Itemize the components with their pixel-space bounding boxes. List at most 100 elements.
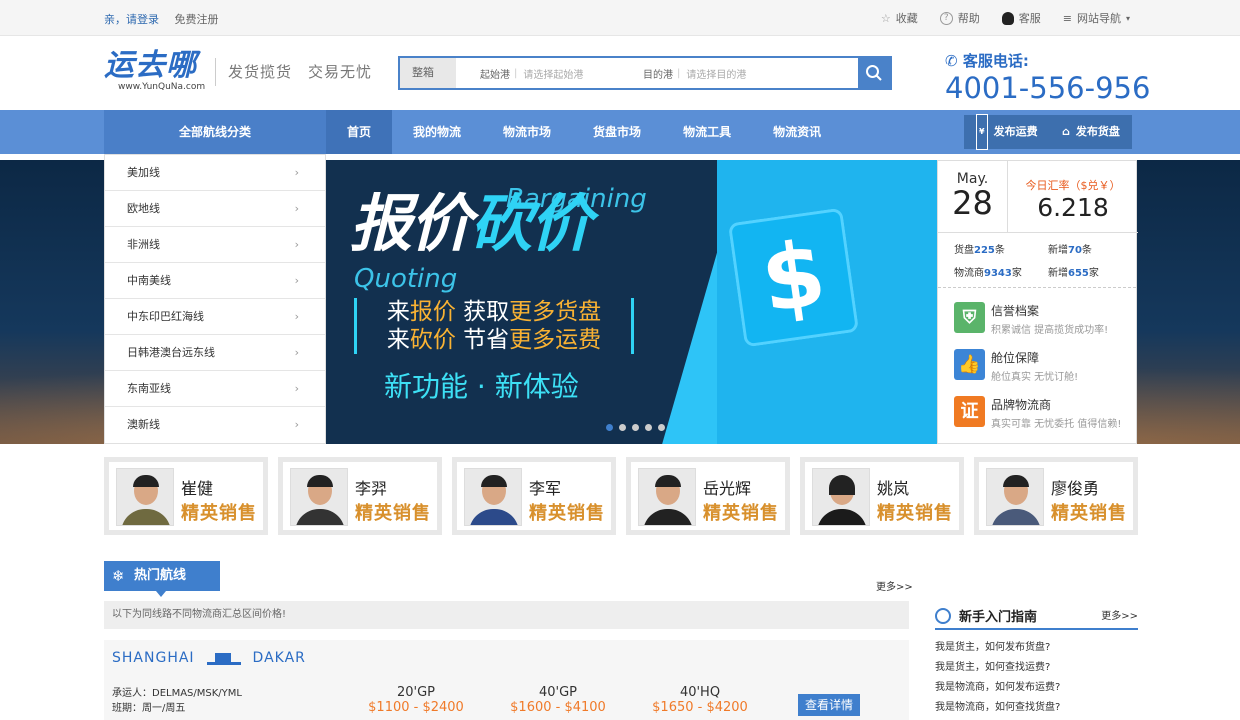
feature-space[interactable]: 👍 舱位保障 舱位真实 无忧订舱! (954, 349, 1078, 383)
sales-row: 崔健 精英销售 李羿 精英销售 李军 精英销售 岳光辉 精英销售 姚岚 精英销售 廖俊勇精… (104, 457, 1138, 535)
view-details-button[interactable]: 查看详情 (798, 694, 860, 716)
nav-item-logistics-market[interactable]: 物流市场 (482, 110, 572, 154)
banner-title: 报价砍价 (350, 187, 592, 260)
banner-tagline: 新功能 · 新体验 (384, 370, 579, 403)
header: 运去哪 www.YunQuNa.com 发货揽货 交易无忧 整箱 起始港 | 请选择… (0, 36, 1240, 110)
carousel-dot[interactable] (645, 424, 652, 431)
chevron-right-icon: › (294, 310, 299, 323)
category-item[interactable]: 非洲线 › (105, 227, 325, 263)
guide-more-link[interactable]: 更多>> (1101, 607, 1138, 622)
banner-slogan: 来报价 获取更多货盘 来砍价 节省更多运费 (354, 298, 634, 354)
hotline-number: 4001-556-956 (945, 71, 1151, 105)
category-item[interactable]: 中东印巴红海线 › (105, 299, 325, 335)
publish-cargo-button[interactable]: ⌂ 发布货盘 (1050, 115, 1132, 149)
hot-routes-tab[interactable]: 热门航线 (104, 561, 220, 597)
question-icon: ? (939, 11, 953, 25)
sales-card[interactable]: 李羿 精英销售 (278, 457, 442, 535)
register-link[interactable]: 免费注册 (175, 13, 219, 26)
avatar (116, 468, 174, 526)
avatar (290, 468, 348, 526)
nav-item-cargo-market[interactable]: 货盘市场 (572, 110, 662, 154)
nav-item-home[interactable]: 首页 (326, 110, 393, 154)
category-item[interactable]: 东南亚线 › (105, 371, 325, 407)
carousel-dot[interactable] (619, 424, 626, 431)
hotline: ✆ 客服电话: 4001-556-956 (945, 52, 1151, 105)
category-item[interactable]: 美加线 › (105, 155, 325, 191)
destination-port-placeholder: 请选择目的港 (686, 69, 747, 81)
carousel-dot[interactable] (632, 424, 639, 431)
carousel-dots (606, 424, 665, 431)
chevron-right-icon: › (294, 418, 299, 431)
site-nav-dropdown[interactable]: ≡ 网站导航 ▾ (1063, 10, 1130, 26)
origin-port-field[interactable]: 起始港 | 请选择起始港 (456, 58, 619, 88)
route-card: SHANGHAI DAKAR 承运人：DELMAS/MSK/YML 班期：周一/周五… (104, 640, 909, 720)
hot-routes-desc: 以下为同线路不同物流商汇总区间价格! (104, 601, 909, 629)
star-icon: ☆ (880, 11, 891, 25)
logo-text: 运去哪 (104, 48, 197, 83)
guide-item[interactable]: 我是货主，如何查找运费? (935, 658, 1138, 678)
carousel-dot[interactable] (606, 424, 613, 431)
info-panel: May. 28 今日汇率（$兑￥） 6.218 货盘225条 新增70条 物流商… (937, 160, 1138, 444)
top-bar: 亲，请登录 免费注册 ☆ 收藏 ? 帮助 客服 ≡ 网站导航 ▾ (0, 0, 1240, 36)
logo[interactable]: 运去哪 www.YunQuNa.com (104, 48, 206, 93)
destination-port-field[interactable]: 目的港 | 请选择目的港 (619, 58, 782, 88)
chevron-right-icon: › (294, 202, 299, 215)
chevron-right-icon: › (294, 346, 299, 359)
carousel-dot[interactable] (658, 424, 665, 431)
sales-card[interactable]: 李军 精英销售 (452, 457, 616, 535)
route-info: 承运人：DELMAS/MSK/YML 班期：周一/周五 (112, 688, 242, 714)
stats: 货盘225条 新增70条 物流商9343家 新增655家 (954, 245, 1099, 279)
date-box: May. 28 (938, 161, 1008, 233)
feature-brand[interactable]: 证 品牌物流商 真实可靠 无忧委托 值得信赖! (954, 396, 1121, 430)
nav-item-logistics-tools[interactable]: 物流工具 (662, 110, 752, 154)
category-list: 美加线 › 欧地线 › 非洲线 › 中南美线 › 中东印巴红海线 › 日韩港澳台远东线 › … (104, 154, 326, 444)
origin-port-placeholder: 请选择起始港 (523, 69, 584, 81)
guide-item[interactable]: 我是物流商，如何查找货盘? (935, 698, 1138, 718)
logo-url: www.YunQuNa.com (118, 82, 206, 92)
category-item[interactable]: 欧地线 › (105, 191, 325, 227)
sales-card[interactable]: 岳光辉 精英销售 (626, 457, 790, 535)
chevron-right-icon: › (294, 382, 299, 395)
slogan: 发货揽货 交易无忧 (215, 58, 372, 86)
promo-banner[interactable]: $ Bargaining 报价砍价 Quoting 来报价 获取更多货盘 来砍价… (326, 160, 937, 444)
category-item[interactable]: 中南美线 › (105, 263, 325, 299)
service-link[interactable]: 客服 (1001, 10, 1041, 26)
chevron-down-icon: ▾ (1125, 13, 1130, 23)
shield-icon: ⛨ (954, 302, 985, 333)
route-title[interactable]: SHANGHAI DAKAR (112, 650, 306, 666)
price-40gp: 40'GP $1600 - $4100 (510, 685, 606, 715)
search-button[interactable] (858, 58, 890, 88)
sales-card[interactable]: 崔健 精英销售 (104, 457, 268, 535)
avatar (638, 468, 696, 526)
price-20gp: 20'GP $1100 - $2400 (368, 685, 464, 715)
login-link[interactable]: 亲，请登录 (104, 13, 159, 26)
guide-item[interactable]: 我是物流商，如何发布运费? (935, 678, 1138, 698)
price-40hq: 40'HQ $1650 - $4200 (652, 685, 748, 715)
all-categories[interactable]: 全部航线分类 (104, 110, 326, 154)
main-nav: 全部航线分类 首页 我的物流 物流市场 货盘市场 物流工具 物流资讯 ¥ 发布运费… (0, 110, 1240, 154)
search-box: 整箱 起始港 | 请选择起始港 目的港 | 请选择目的港 (398, 56, 892, 90)
help-link[interactable]: ? 帮助 (939, 10, 980, 26)
category-item[interactable]: 日韩港澳台远东线 › (105, 335, 325, 371)
sales-card[interactable]: 姚岚 精英销售 (800, 457, 964, 535)
favorite-link[interactable]: ☆ 收藏 (881, 10, 918, 26)
publish-freight-button[interactable]: ¥ 发布运费 (964, 114, 1050, 150)
category-item[interactable]: 澳新线 › (105, 407, 325, 443)
beginner-guide: 新手入门指南 更多>> 我是货主，如何发布货盘? 我是货主，如何查找运费? 我是… (935, 603, 1138, 718)
hot-routes-more-link[interactable]: 更多>> (876, 578, 913, 593)
feature-credit[interactable]: ⛨ 信誉档案 积累诚信 提高揽货成功率! (954, 302, 1108, 336)
banner-en-subtitle: Quoting (354, 264, 458, 294)
top-links: ☆ 收藏 ? 帮助 客服 ≡ 网站导航 ▾ (881, 10, 1130, 26)
sales-card[interactable]: 廖俊勇 精英销售 (974, 457, 1138, 535)
search-category[interactable]: 整箱 (400, 58, 456, 88)
exchange-rate: 今日汇率（$兑￥） 6.218 (1008, 161, 1138, 233)
nav-item-logistics-news[interactable]: 物流资讯 (752, 110, 842, 154)
search-icon (866, 65, 882, 81)
thumbs-up-icon: 👍 (954, 349, 985, 380)
guide-item[interactable]: 我是货主，如何发布货盘? (935, 638, 1138, 658)
nav-item-my-logistics[interactable]: 我的物流 (392, 110, 482, 154)
compass-icon (935, 607, 951, 624)
avatar (464, 468, 522, 526)
phone-icon: ✆ (945, 52, 958, 70)
yen-icon: ¥ (976, 114, 988, 150)
